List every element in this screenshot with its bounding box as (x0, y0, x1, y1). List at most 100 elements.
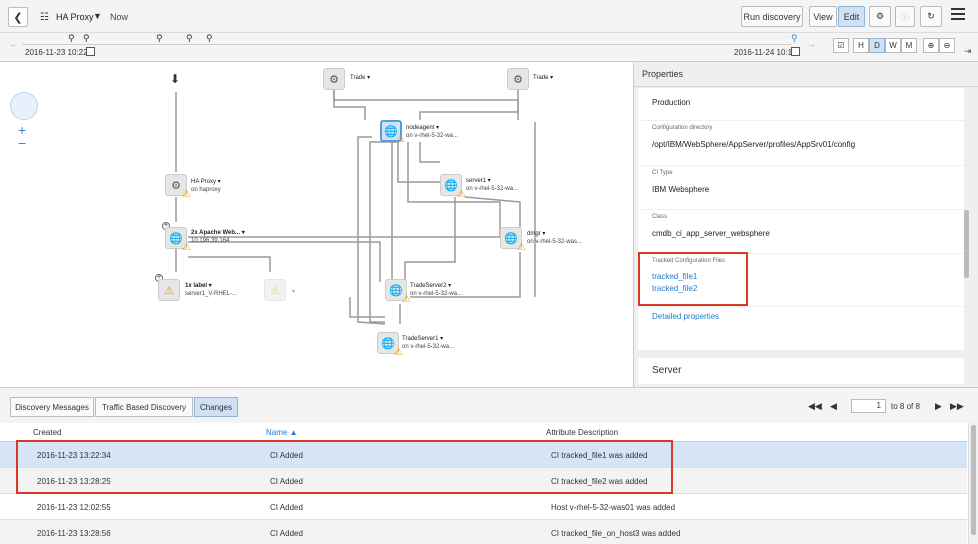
collapse-panel-icon[interactable]: ⇥ (964, 46, 972, 57)
hamburger-icon[interactable] (951, 8, 965, 22)
node-nodeagent[interactable]: 🌐 ⚠ (380, 120, 405, 145)
zoom-in-icon[interactable]: ⊕ (923, 38, 939, 53)
warning-icon: ⚠ (396, 134, 405, 145)
node-sublabel: on v-rhel-5-32-wa... (402, 344, 455, 350)
back-button[interactable]: ❮ (8, 7, 28, 27)
ci-type-label: CI Type (652, 170, 673, 176)
change-marker-icon[interactable]: ⚲ (186, 33, 193, 44)
node-tradeserver1[interactable]: 🌐 ⚠ (377, 332, 403, 358)
table-row[interactable]: 2016-11-23 12:02:55 CI Added Host v-rhel… (0, 494, 967, 520)
change-marker-icon[interactable]: ⚲ (83, 33, 90, 44)
zoom-out-icon[interactable]: ⊖ (939, 38, 955, 53)
page-number-input[interactable]: 1 (851, 399, 886, 413)
environment-field: Production (638, 88, 964, 120)
node-placeholder[interactable]: ⚠ (264, 279, 286, 301)
node-label: server1 (466, 178, 487, 184)
scale-button-m[interactable]: M (901, 38, 917, 53)
settings-button[interactable]: ⚙ (869, 6, 891, 27)
gear-icon: ⚙ (513, 73, 523, 86)
config-directory-field: Configuration directory /opt/IBM/WebSphe… (638, 121, 964, 165)
change-marker-icon[interactable]: ⚲ (156, 33, 163, 44)
prev-page-icon[interactable]: ◀ (830, 401, 837, 412)
node-sublabel: server1_V-RHEL-... (185, 291, 238, 297)
pan-control[interactable] (10, 92, 38, 120)
refresh-button[interactable]: ↻ (920, 6, 942, 27)
current-time-pin-icon[interactable]: ⚲ (791, 33, 798, 44)
column-attribute-description[interactable]: Attribute Description (546, 428, 618, 437)
timeline-next-icon[interactable]: → (807, 39, 816, 49)
timeline-end-date: 2016-11-24 10:15 (734, 48, 797, 57)
tab-discovery-messages[interactable]: Discovery Messages (10, 397, 94, 417)
next-page-icon[interactable]: ▶ (935, 401, 942, 412)
timeline-bar: ← ⚲ ⚲ ⚲ ⚲ ⚲ 2016-11-23 10:22 ⚲ 2016-11-2… (0, 33, 978, 62)
zoom-minus-icon[interactable]: − (18, 135, 26, 151)
class-field: Class cmdb_ci_app_server_websphere (638, 210, 964, 253)
cell-description: CI tracked_file_on_host3 was added (551, 529, 681, 538)
edit-button[interactable]: Edit (838, 6, 865, 27)
warning-icon: ⚠ (517, 242, 526, 253)
warning-icon: ⚠ (182, 189, 191, 200)
scale-button-h[interactable]: H (853, 38, 869, 53)
column-name-header[interactable]: Name ▲ (266, 428, 298, 437)
server-section-title: Server (652, 365, 682, 376)
node-tradeserver2[interactable]: 🌐 ⚠ (385, 279, 411, 305)
timeline-prev-icon[interactable]: ← (9, 39, 18, 49)
node-trade-1[interactable]: ⚙ (323, 68, 345, 90)
column-created[interactable]: Created (33, 428, 61, 437)
warning-icon: ⚠ (182, 242, 191, 253)
node-dmgr[interactable]: 🌐 ⚠ (500, 227, 526, 253)
node-haproxy[interactable]: ⚙ ⚠ (165, 174, 191, 200)
node-label: TradeServer2 (410, 283, 447, 289)
chevron-down-icon[interactable]: ▼ (93, 11, 102, 21)
properties-scrollbar[interactable] (964, 210, 969, 278)
scale-button-d[interactable]: D (869, 38, 885, 53)
cell-description: Host v-rhel-5-32-was01 was added (551, 503, 676, 512)
connection-lines (175, 90, 536, 325)
time-mode-label: Now (110, 12, 129, 22)
change-marker-icon[interactable]: ⚲ (206, 33, 213, 44)
refresh-icon: ↻ (927, 11, 935, 21)
topology-map[interactable]: + − ⬇ ⚙ Trade ▾ ⚙ Trade ▾ 🌐 ⚠ nodeagent ▾… (0, 62, 632, 387)
node-server1[interactable]: 🌐 ⚠ (440, 174, 466, 200)
page-range-label: to 8 of 8 (891, 402, 920, 411)
info-button[interactable]: ⓘ (895, 6, 915, 27)
globe-icon: 🌐 (381, 337, 395, 350)
ci-type-value: IBM Websphere (652, 185, 710, 194)
gear-icon: ⚙ (875, 11, 885, 21)
tab-changes[interactable]: Changes (194, 397, 238, 417)
node-sublabel: on v-rhel-5-32-was... (527, 239, 583, 245)
timeline-track[interactable] (22, 44, 792, 45)
warning-icon: ⚠ (164, 284, 174, 297)
chevron-down-icon[interactable]: ▾ (292, 288, 295, 295)
checkbox-toggle-icon[interactable]: ☑ (833, 38, 849, 53)
view-button[interactable]: View (809, 6, 837, 27)
detailed-properties-link[interactable]: Detailed properties (652, 312, 950, 321)
table-row[interactable]: 2016-11-23 13:28:56 CI Added CI tracked_… (0, 520, 967, 544)
scale-button-w[interactable]: W (885, 38, 901, 53)
info-icon: ⓘ (900, 12, 910, 22)
highlight-box (638, 252, 748, 306)
calendar-icon[interactable] (86, 47, 95, 56)
tab-traffic-based-discovery[interactable]: Traffic Based Discovery (95, 397, 193, 417)
globe-icon: 🌐 (389, 284, 403, 297)
last-page-icon[interactable]: ▶▶ (950, 401, 964, 412)
table-scrollbar[interactable] (968, 423, 978, 544)
first-page-icon[interactable]: ◀◀ (808, 401, 822, 412)
calendar-icon[interactable] (791, 47, 800, 56)
server-section-header[interactable]: Server (638, 358, 964, 384)
highlight-box (16, 440, 673, 494)
node-sublabel: on v-rhel-5-32-wa... (466, 186, 519, 192)
cell-created: 2016-11-23 12:02:55 (37, 503, 111, 512)
globe-icon: 🌐 (169, 232, 183, 245)
cell-created: 2016-11-23 13:28:56 (37, 529, 111, 538)
detailed-properties-field: Detailed properties (638, 307, 964, 350)
chevron-left-icon: ❮ (13, 11, 23, 24)
arrow-down-icon: ⬇ (170, 72, 181, 86)
node-sublabel: 10.196.39.164 (191, 238, 230, 244)
run-discovery-button[interactable]: Run discovery (741, 6, 803, 27)
node-apache-web[interactable]: 🌐 ⚠ (165, 227, 191, 253)
application-title[interactable]: HA Proxy (56, 12, 94, 22)
change-marker-icon[interactable]: ⚲ (68, 33, 75, 44)
node-trade-2[interactable]: ⚙ (507, 68, 529, 90)
node-label-group[interactable]: ⚠ (158, 279, 180, 301)
